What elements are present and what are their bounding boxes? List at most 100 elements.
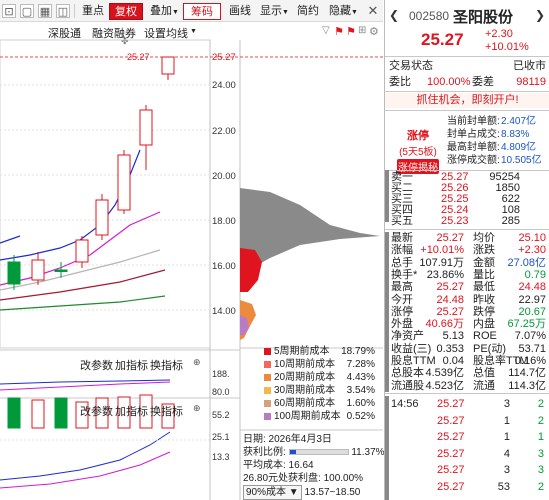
stat-value: 20.67 — [518, 305, 546, 318]
stat-row: 收益(三) 0.353 PE(动) 53.71 — [385, 343, 549, 355]
stat-value: 24.48 — [436, 293, 464, 306]
stat-value: 24.48 — [518, 281, 546, 294]
limit-stat-row: 最高封单额: 4.809亿 — [385, 142, 549, 154]
chevron-down-icon: ▼ — [172, 9, 179, 16]
price-change-pct: +10.01% — [485, 41, 529, 53]
grid-icon[interactable]: ▦ — [38, 4, 52, 18]
key-points-button[interactable]: 重点 — [80, 3, 104, 20]
latest-price: 25.27 — [421, 30, 464, 49]
stat-label: 金额 — [473, 256, 495, 269]
draw-line-button[interactable]: 画线 — [227, 3, 251, 20]
stat-label: 外盘 — [391, 318, 413, 331]
simple-button[interactable]: 简约 — [295, 3, 319, 20]
stat-label: 最低 — [473, 281, 495, 294]
cost-legend-row: 30周期前成本 3.54% — [240, 384, 383, 397]
stat-value: 114.3亿 — [508, 379, 546, 392]
profit-ratio-fill — [289, 450, 297, 455]
legend-name: 20周期前成本 — [274, 372, 336, 383]
stat-value: 0.16% — [514, 355, 546, 367]
axis-label: 20.00 — [212, 171, 236, 182]
open-account-link[interactable]: 抓住机会，即刻开户! — [385, 93, 549, 108]
next-stock-icon[interactable]: ❯ — [535, 8, 545, 22]
tick-price: 25.27 — [437, 480, 465, 493]
stat-value: 25.10 — [518, 232, 546, 244]
legend-swatch — [264, 348, 271, 355]
indicator-line-1 — [0, 431, 171, 481]
limit-stat-row: 涨停成交额: 10.505亿 — [385, 155, 549, 167]
hide-button[interactable]: 隐藏▼ — [327, 3, 358, 20]
legend-percent: 7.28% — [346, 359, 375, 370]
legend-swatch — [264, 400, 271, 407]
orderbook-row[interactable]: 买五 25.23 285 — [385, 215, 549, 227]
edit-params-button[interactable]: 改参数 — [80, 357, 113, 373]
legend-percent: 18.79% — [341, 346, 375, 357]
expand-icon[interactable]: ⊡ — [2, 4, 16, 18]
order-ratio-value: 100.00% — [427, 76, 471, 88]
stats-collapse-handle[interactable] — [385, 232, 389, 392]
cost-range-select[interactable]: 90%成本 ▼ — [243, 485, 302, 500]
stat-label: 今开 — [391, 293, 413, 306]
tick-row: 25.27 1 1 — [385, 431, 549, 443]
layout-icon[interactable]: ◫ — [56, 4, 70, 18]
adjust-button[interactable]: 复权▼ — [109, 3, 143, 34]
expand-icon[interactable]: ⊕ — [193, 403, 201, 414]
limit-stat-value: 10.505亿 — [501, 155, 542, 166]
edit-params-button[interactable]: 改参数 — [80, 403, 113, 419]
tick-row: 25.27 3 3 — [385, 464, 549, 476]
tick-time: 14:56 — [391, 398, 419, 410]
stat-row: 最新 25.27 均价 25.10 — [385, 232, 549, 244]
price-change: +2.30 — [485, 28, 513, 40]
stat-label: 昨收 — [473, 293, 495, 306]
stat-row: 流通股 4.523亿 流通 114.3亿 — [385, 380, 549, 392]
stat-value: 25.27 — [436, 281, 464, 294]
tick-volume: 53 — [497, 480, 510, 493]
cost-legend-row: 60周期前成本 1.60% — [240, 397, 383, 410]
stat-value: 25.27 — [436, 305, 464, 318]
order-ratio-row: 委比 100.00% 委差 98119 — [385, 76, 549, 88]
vol-axis-label: 13.3 — [212, 452, 230, 462]
axis-label: 16.00 — [212, 261, 236, 272]
profit-ratio-bar — [288, 449, 349, 456]
cost-range-select-label: 90%成本 — [246, 487, 287, 498]
profit-ratio-label: 获利比例: 11.37% — [243, 446, 385, 459]
candle-body — [75, 239, 89, 263]
stat-label: 收益(三) — [391, 342, 432, 355]
swap-indicator-button[interactable]: 换指标 — [150, 357, 183, 373]
close-icon[interactable]: ✕ — [366, 4, 380, 18]
window-icon[interactable]: ▢ — [20, 4, 34, 18]
tick-price: 25.27 — [437, 464, 465, 476]
chips-button[interactable]: 筹码 — [183, 3, 221, 20]
candle-body — [117, 154, 131, 211]
candle-body — [139, 109, 153, 146]
add-indicator-button[interactable]: 加指标 — [115, 403, 148, 419]
legend-swatch — [264, 413, 271, 420]
legend-percent: 4.43% — [346, 372, 375, 383]
legend-percent: 3.54% — [346, 385, 375, 396]
candle-body — [7, 261, 21, 285]
stat-row: 换手* 23.86% 量比 0.79 — [385, 269, 549, 281]
expand-icon[interactable]: ⊕ — [193, 357, 201, 368]
stock-code: 002580 — [409, 9, 450, 23]
stat-label: 最新 — [391, 232, 413, 244]
stat-label: 换手* — [391, 268, 418, 281]
tick-price: 25.27 — [437, 447, 465, 460]
tick-direction: 3 — [537, 464, 544, 476]
overlay-button[interactable]: 叠加▼ — [148, 3, 179, 20]
tick-direction: 3 — [537, 447, 544, 460]
cost-legend-row: 100周期前成本 0.52% — [240, 410, 383, 423]
swap-indicator-button[interactable]: 换指标 — [150, 403, 183, 419]
stat-value: 5.13 — [442, 330, 464, 343]
avg-cost-label: 平均成本: 16.64 — [243, 460, 314, 471]
profit-ratio-value: 11.37% — [351, 447, 385, 458]
add-indicator-button[interactable]: 加指标 — [115, 357, 148, 373]
stat-label: 流通 — [473, 379, 495, 392]
stat-value: 7.07% — [514, 330, 546, 343]
display-label: 显示 — [260, 5, 282, 17]
stat-value: 107.91万 — [419, 256, 464, 269]
display-button[interactable]: 显示▼ — [258, 3, 289, 20]
tick-volume: 4 — [503, 447, 510, 460]
prev-stock-icon[interactable]: ❮ — [389, 8, 399, 22]
ma60-line — [0, 295, 166, 311]
order-ratio-label: 委比 — [389, 76, 411, 88]
orderbook-label: 买五 — [391, 215, 413, 227]
